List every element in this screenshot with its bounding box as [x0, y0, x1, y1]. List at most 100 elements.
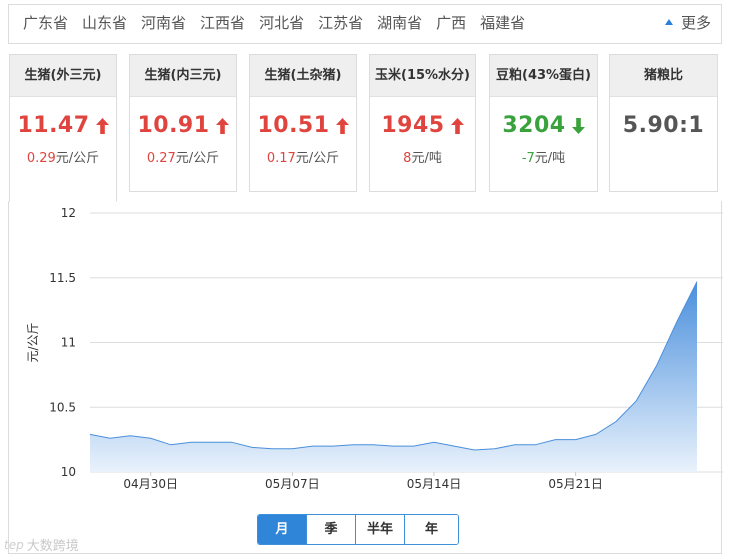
price-value-row: 3204 [490, 113, 597, 141]
watermark-logo: tep [4, 537, 24, 552]
data-point[interactable] [129, 435, 131, 437]
data-point[interactable] [271, 447, 273, 449]
arrow-up-icon [450, 115, 464, 141]
card-title: 生猪(土杂猪) [250, 55, 356, 97]
series-line [89, 281, 698, 451]
period-tabs: 月季半年年 [257, 514, 459, 545]
data-point[interactable] [392, 445, 394, 447]
price-value: 10.91 [137, 113, 210, 138]
data-point[interactable] [150, 437, 152, 439]
arrow-up-icon [215, 115, 229, 141]
price-card[interactable]: 玉米(15%水分) 1945 8元/吨 [369, 54, 476, 192]
price-change: 0.17元/公斤 [250, 147, 356, 166]
arrow-down-icon [571, 115, 585, 141]
data-point[interactable] [655, 365, 657, 367]
card-title: 玉米(15%水分) [370, 55, 475, 97]
card-title: 豆粕(43%蛋白) [490, 55, 597, 97]
card-title: 生猪(内三元) [130, 55, 236, 97]
watermark: tep 大数跨境 [4, 535, 79, 555]
province-nav: 广东省 山东省 河南省 江西省 河北省 江苏省 湖南省 广西 福建省 更多 [8, 4, 722, 44]
period-tab[interactable]: 半年 [356, 515, 405, 544]
triangle-up-icon [664, 19, 673, 25]
card-title: 猪粮比 [610, 55, 717, 97]
y-tick-label: 11.5 [49, 271, 76, 285]
province-item[interactable]: 江西省 [200, 13, 245, 33]
more-link[interactable]: 更多 [664, 13, 711, 33]
price-card[interactable]: 生猪(外三元) 11.47 0.29元/公斤 [9, 54, 117, 202]
price-card[interactable]: 猪粮比 5.90:1 [609, 54, 718, 192]
change-value: 0.17 [266, 151, 296, 166]
data-point[interactable] [352, 444, 354, 446]
price-value: 3204 [502, 113, 566, 138]
price-value: 10.51 [257, 113, 330, 138]
data-point[interactable] [514, 444, 516, 446]
change-value: -7 [521, 151, 535, 166]
price-value-row: 5.90:1 [610, 113, 717, 139]
change-unit: 元/公斤 [175, 151, 220, 166]
province-list: 广东省 山东省 河南省 江西省 河北省 江苏省 湖南省 广西 福建省 [23, 13, 539, 33]
data-point[interactable] [332, 445, 334, 447]
province-item[interactable]: 湖南省 [377, 13, 422, 33]
data-point[interactable] [89, 433, 91, 435]
province-item[interactable]: 山东省 [82, 13, 127, 33]
price-value-row: 11.47 [10, 113, 116, 141]
data-point[interactable] [413, 445, 415, 447]
price-value: 5.90:1 [622, 113, 705, 138]
y-axis-title: 元/公斤 [26, 322, 40, 362]
price-card[interactable]: 生猪(内三元) 10.91 0.27元/公斤 [129, 54, 237, 192]
data-point[interactable] [554, 438, 556, 440]
data-point[interactable] [190, 441, 192, 443]
province-item[interactable]: 广西 [436, 13, 466, 33]
data-point[interactable] [230, 441, 232, 443]
data-point[interactable] [534, 444, 536, 446]
province-item[interactable]: 江苏省 [318, 13, 363, 33]
arrow-up-icon [335, 115, 349, 141]
data-point[interactable] [311, 445, 313, 447]
province-item[interactable]: 河南省 [141, 13, 186, 33]
data-point[interactable] [109, 437, 111, 439]
data-point[interactable] [635, 400, 637, 402]
province-item[interactable]: 福建省 [480, 13, 525, 33]
x-tick-label: 05月21日 [548, 477, 603, 491]
data-point[interactable] [696, 280, 698, 282]
change-unit: 元/公斤 [295, 151, 340, 166]
watermark-text: 大数跨境 [26, 539, 79, 554]
price-card[interactable]: 生猪(土杂猪) 10.51 0.17元/公斤 [249, 54, 357, 192]
period-tab[interactable]: 年 [405, 515, 458, 544]
chart-panel: 10 10.5 11 11.5 12 04月30日 05月07日 05月14日 05月21日 元/… [8, 201, 723, 554]
y-tick-label: 10 [61, 465, 76, 479]
price-change: 8元/吨 [370, 147, 475, 166]
data-point[interactable] [372, 444, 374, 446]
change-value: 0.29 [26, 151, 56, 166]
province-item[interactable]: 河北省 [259, 13, 304, 33]
x-tick-label: 05月07日 [265, 477, 320, 491]
data-point[interactable] [433, 441, 435, 443]
period-tab[interactable]: 月 [258, 515, 307, 544]
period-tab[interactable]: 季 [307, 515, 356, 544]
data-point[interactable] [210, 441, 212, 443]
data-point[interactable] [170, 444, 172, 446]
price-value: 11.47 [17, 113, 90, 138]
data-point[interactable] [676, 321, 678, 323]
y-tick-label: 12 [61, 206, 76, 220]
price-change: 0.27元/公斤 [130, 147, 236, 166]
x-tick-label: 04月30日 [123, 477, 178, 491]
more-label: 更多 [680, 14, 711, 32]
data-point[interactable] [291, 447, 293, 449]
arrow-up-icon [95, 115, 109, 141]
price-change: -7元/吨 [490, 147, 597, 166]
province-item[interactable]: 广东省 [23, 13, 68, 33]
data-point[interactable] [595, 433, 597, 435]
price-card[interactable]: 豆粕(43%蛋白) 3204 -7元/吨 [489, 54, 598, 192]
price-value-row: 10.91 [130, 113, 236, 141]
data-point[interactable] [453, 445, 455, 447]
y-tick-label: 11 [61, 336, 76, 350]
data-point[interactable] [473, 449, 475, 451]
change-unit: 元/公斤 [55, 151, 100, 166]
data-point[interactable] [493, 447, 495, 449]
data-point[interactable] [574, 438, 576, 440]
data-point[interactable] [251, 446, 253, 448]
price-change: 0.29元/公斤 [10, 147, 116, 166]
price-value-row: 10.51 [250, 113, 356, 141]
data-point[interactable] [615, 420, 617, 422]
